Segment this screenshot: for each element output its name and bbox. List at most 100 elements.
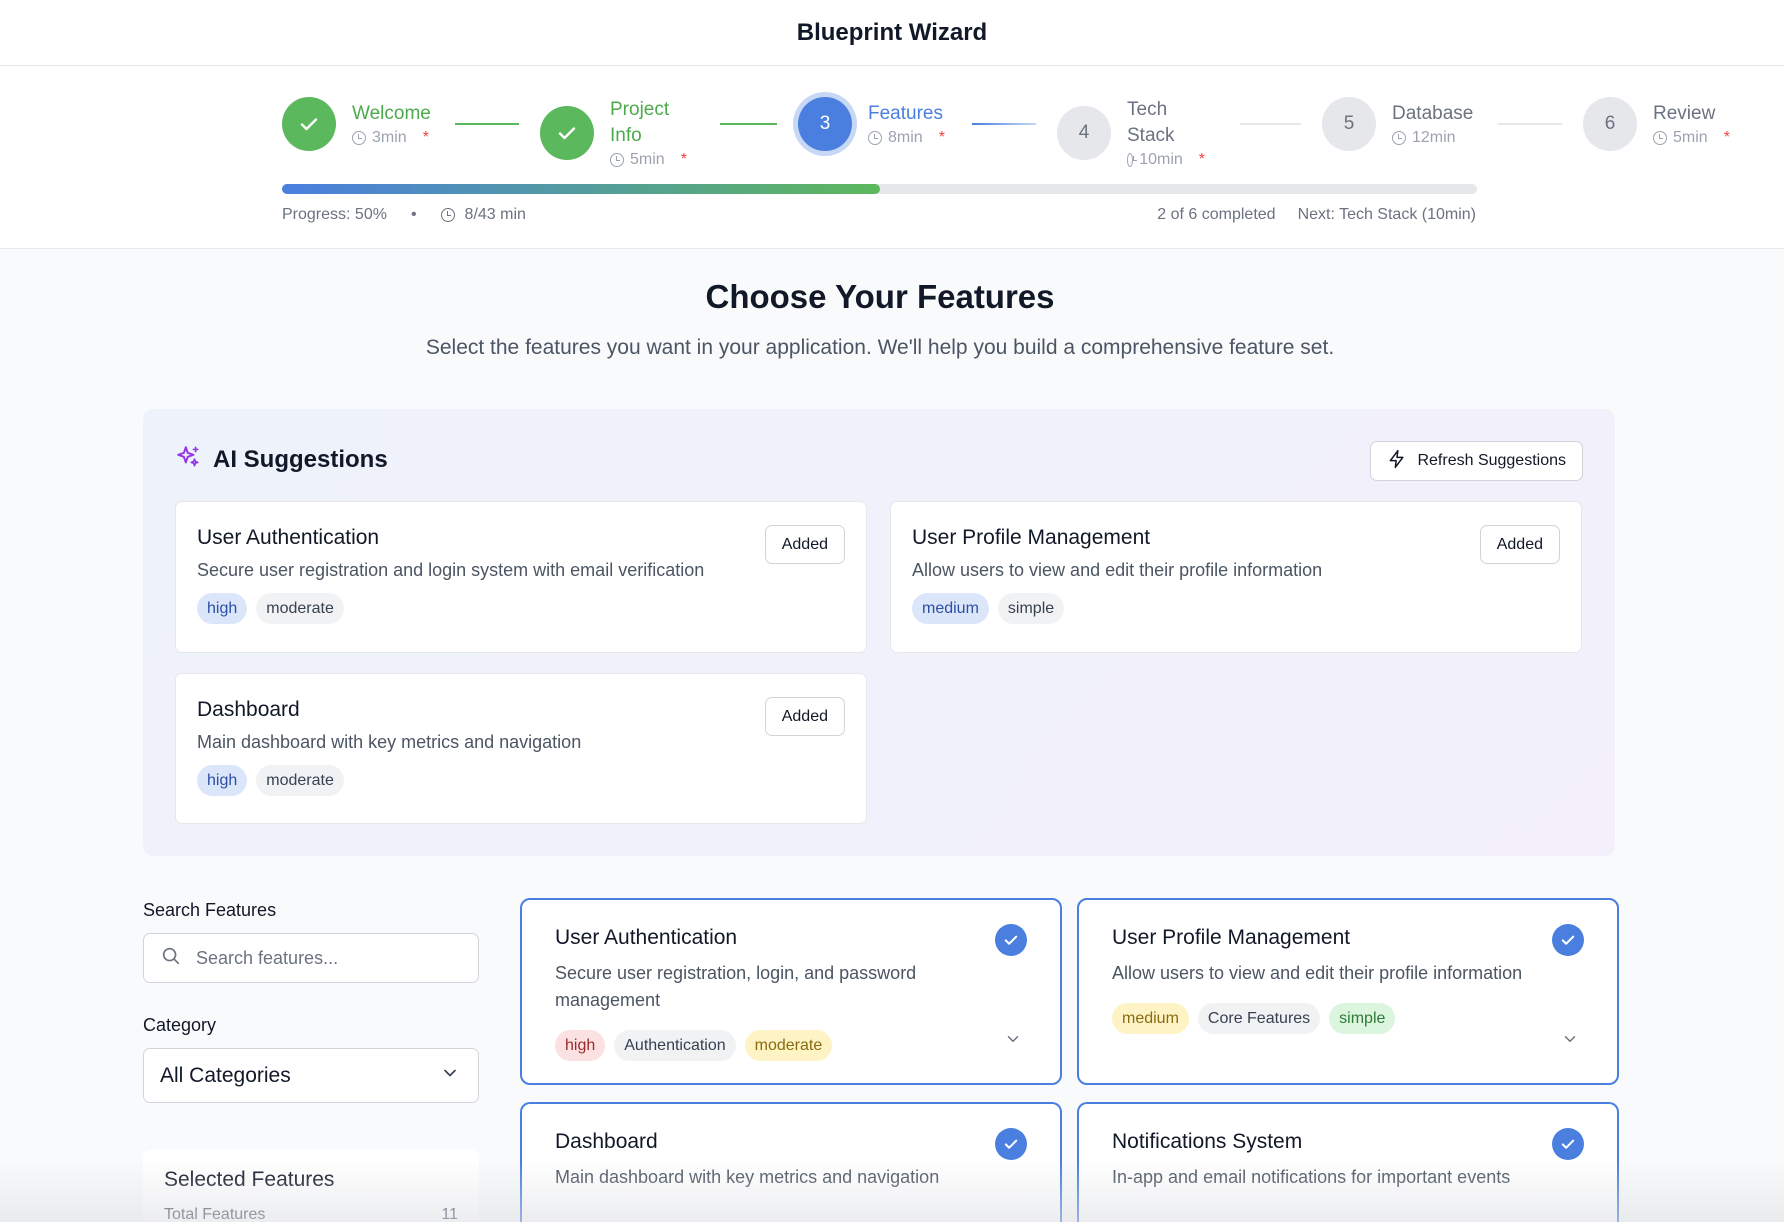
complexity-badge: simple	[1329, 1003, 1396, 1034]
progress-time: 8/43 min	[464, 206, 526, 223]
check-icon[interactable]	[1552, 924, 1584, 956]
category-badge: Core Features	[1197, 1003, 1321, 1034]
step-review[interactable]: 6 Review 5min *	[1583, 97, 1730, 151]
suggestion-card: User Authentication Secure user registra…	[175, 501, 867, 653]
step-number: 3	[798, 97, 852, 151]
check-icon[interactable]	[995, 924, 1027, 956]
chevron-down-icon	[440, 1063, 460, 1089]
search-field[interactable]	[143, 933, 479, 983]
complexity-badge: simple	[997, 593, 1065, 624]
required-marker: *	[680, 151, 687, 168]
chevron-down-icon[interactable]	[1561, 1030, 1579, 1053]
step-time: 3min	[372, 129, 407, 146]
step-project-info[interactable]: Project Info 5min *	[540, 97, 688, 169]
complexity-badge: moderate	[256, 765, 344, 796]
clock-icon	[610, 153, 624, 167]
step-time: 5min	[1673, 129, 1708, 146]
step-tech-stack[interactable]: 4 Tech Stack 10min *	[1057, 97, 1205, 169]
category-badge: Authentication	[614, 1030, 736, 1061]
step-label: Features	[868, 103, 943, 124]
step-time: 8min	[888, 129, 923, 146]
feature-card[interactable]: Notifications System In-app and email no…	[1077, 1102, 1619, 1222]
step-database[interactable]: 5 Database 12min	[1322, 97, 1473, 151]
step-time: 10min	[1139, 151, 1183, 168]
feature-title: Dashboard	[555, 1130, 658, 1153]
step-connector	[1498, 123, 1562, 125]
top-bar: Blueprint Wizard	[0, 0, 1784, 66]
step-welcome[interactable]: Welcome 3min *	[282, 97, 431, 151]
lightning-icon	[1387, 449, 1407, 474]
feature-description: Secure user registration, login, and pas…	[555, 963, 917, 1010]
filter-sidebar: Search Features Category All Categories	[143, 900, 479, 1103]
search-input[interactable]	[196, 947, 456, 969]
step-label: Project Info	[610, 99, 670, 146]
suggestion-description: Main dashboard with key metrics and navi…	[197, 732, 582, 752]
suggestion-title: User Authentication	[197, 526, 380, 549]
suggestion-description: Secure user registration and login syste…	[197, 560, 705, 580]
category-select[interactable]: All Categories	[143, 1048, 479, 1103]
suggestion-description: Allow users to view and edit their profi…	[912, 560, 1323, 580]
step-connector	[972, 123, 1036, 125]
check-icon[interactable]	[1552, 1128, 1584, 1160]
priority-badge: high	[197, 765, 248, 796]
feature-card[interactable]: User Profile Management Allow users to v…	[1077, 898, 1619, 1085]
wizard-stepper: Welcome 3min * Project Info 5min * 3 Featu…	[0, 66, 1784, 249]
step-label: Database	[1392, 103, 1474, 124]
check-icon	[540, 106, 594, 160]
selected-title: Selected Features	[164, 1168, 335, 1191]
selected-features-summary: Selected Features Total Features 11	[143, 1150, 479, 1222]
feature-description: Allow users to view and edit their profi…	[1112, 963, 1523, 983]
clock-icon	[352, 131, 366, 145]
progress-percent: Progress: 50%	[282, 206, 387, 223]
progress-bar	[282, 184, 1477, 194]
required-marker: *	[422, 129, 429, 146]
step-label: Tech Stack	[1127, 99, 1175, 146]
priority-badge: high	[197, 593, 248, 624]
refresh-suggestions-button[interactable]: Refresh Suggestions	[1370, 441, 1583, 481]
step-connector	[455, 123, 519, 125]
required-marker: *	[938, 129, 945, 146]
clock-icon	[1653, 131, 1667, 145]
clock-icon	[868, 131, 882, 145]
required-marker: *	[1723, 129, 1730, 146]
suggestion-card: Dashboard Main dashboard with key metric…	[175, 673, 867, 824]
clock-icon	[1392, 131, 1406, 145]
step-number: 6	[1583, 97, 1637, 151]
ai-suggestions-title: AI Suggestions	[213, 445, 388, 473]
priority-badge: medium	[912, 593, 989, 624]
next-step: Next: Tech Stack (10min)	[1297, 206, 1476, 223]
chevron-down-icon[interactable]	[1004, 1030, 1022, 1053]
progress-fill	[282, 184, 880, 194]
check-icon[interactable]	[995, 1128, 1027, 1160]
suggestion-title: Dashboard	[197, 698, 300, 721]
app-title: Blueprint Wizard	[796, 18, 988, 46]
step-number: 4	[1057, 106, 1111, 160]
feature-title: Notifications System	[1112, 1130, 1303, 1153]
total-label: Total Features	[164, 1206, 266, 1222]
feature-description: In-app and email notifications for impor…	[1112, 1167, 1511, 1187]
step-features[interactable]: 3 Features 8min *	[798, 97, 945, 151]
priority-badge: medium	[1112, 1003, 1189, 1034]
added-button[interactable]: Added	[764, 697, 845, 736]
feature-card[interactable]: Dashboard Main dashboard with key metric…	[520, 1102, 1062, 1222]
page-subtitle: Select the features you want in your app…	[425, 336, 1335, 359]
added-button[interactable]: Added	[1479, 525, 1560, 564]
feature-card[interactable]: User Authentication Secure user registra…	[520, 898, 1062, 1085]
completed-count: 2 of 6 completed	[1157, 206, 1276, 223]
complexity-badge: moderate	[256, 593, 344, 624]
feature-title: User Profile Management	[1112, 926, 1351, 949]
added-button[interactable]: Added	[764, 525, 845, 564]
suggestion-title: User Profile Management	[912, 526, 1151, 549]
feature-description: Main dashboard with key metrics and navi…	[555, 1167, 940, 1187]
category-label: Category	[143, 1015, 217, 1035]
ai-suggestions-panel: AI Suggestions Refresh Suggestions User …	[143, 409, 1615, 856]
progress-summary: Progress: 50% • 8/43 min	[282, 206, 526, 224]
complexity-badge: moderate	[744, 1030, 833, 1061]
step-time: 5min	[630, 151, 665, 168]
category-value: All Categories	[160, 1063, 291, 1087]
step-number: 5	[1322, 97, 1376, 151]
step-connector	[720, 123, 777, 125]
sparkles-icon	[175, 444, 201, 475]
priority-badge: high	[555, 1030, 606, 1061]
search-icon	[160, 945, 182, 972]
